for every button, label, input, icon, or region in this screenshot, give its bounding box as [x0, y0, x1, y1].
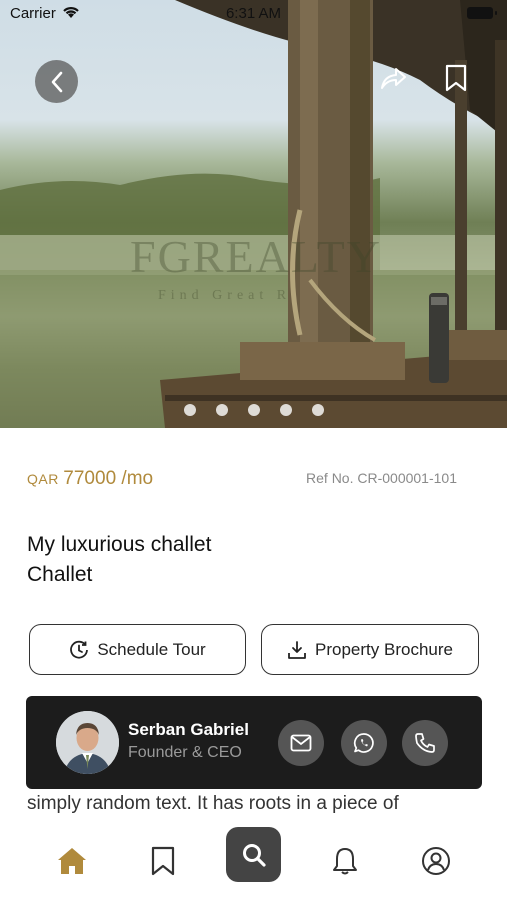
listing-title-name: My luxurious challet — [27, 533, 212, 556]
property-brochure-button[interactable]: Property Brochure — [261, 624, 479, 675]
carousel-dot[interactable] — [184, 404, 196, 416]
nav-profile[interactable] — [419, 844, 453, 878]
carousel-dot[interactable] — [216, 404, 228, 416]
hero-watermark: FGREALTY — [130, 231, 382, 282]
price-currency: QAR — [27, 471, 59, 487]
call-agent-button[interactable] — [402, 720, 448, 766]
listing-price: QAR 77000 /mo — [27, 468, 153, 490]
nav-notifications[interactable] — [328, 844, 362, 878]
carousel-dot[interactable] — [248, 404, 260, 416]
chevron-left-icon — [51, 71, 62, 92]
hero-image: FGREALTY Find Great R — [0, 0, 507, 428]
price-amount: 77000 /mo — [63, 468, 154, 489]
whatsapp-icon — [353, 733, 374, 753]
lake-dock-photo — [0, 0, 507, 428]
share-button[interactable] — [378, 63, 408, 93]
agent-contact-card: Serban Gabriel Founder & CEO — [26, 696, 482, 789]
listing-title: My luxurious challet Challet — [27, 530, 211, 590]
property-brochure-label: Property Brochure — [315, 639, 453, 659]
agent-role: Founder & CEO — [128, 744, 242, 761]
schedule-tour-button[interactable]: Schedule Tour — [29, 624, 246, 675]
home-icon — [58, 848, 86, 874]
nav-home[interactable] — [55, 844, 89, 878]
clock-icon — [70, 640, 89, 659]
avatar — [56, 711, 119, 774]
bookmark-button[interactable] — [441, 63, 471, 93]
battery-icon — [467, 7, 497, 19]
bookmark-icon — [151, 846, 175, 876]
schedule-tour-label: Schedule Tour — [97, 639, 206, 659]
status-bar: Carrier 6:31 AM — [0, 0, 507, 28]
agent-name: Serban Gabriel — [128, 720, 249, 739]
user-icon — [422, 847, 450, 875]
back-button[interactable] — [35, 60, 78, 103]
reference-number: Ref No. CR-000001-101 — [306, 470, 457, 486]
nav-saved[interactable] — [146, 844, 180, 878]
share-icon — [381, 68, 406, 89]
phone-icon — [415, 733, 435, 753]
carousel-dot[interactable] — [312, 404, 324, 416]
mail-icon — [290, 734, 312, 752]
bell-icon — [333, 848, 357, 875]
status-time: 6:31 AM — [225, 5, 282, 22]
listing-title-type: Challet — [27, 563, 93, 586]
bookmark-icon — [445, 64, 467, 92]
whatsapp-agent-button[interactable] — [341, 720, 387, 766]
carousel-dots[interactable] — [184, 404, 324, 416]
email-agent-button[interactable] — [278, 720, 324, 766]
nav-search[interactable] — [226, 827, 281, 882]
download-icon — [288, 640, 306, 659]
bottom-navigation — [0, 818, 507, 900]
description-text: simply random text. It has roots in a pi… — [27, 793, 399, 814]
hero-watermark-tagline: Find Great R — [158, 288, 292, 303]
carousel-dot[interactable] — [280, 404, 292, 416]
search-icon — [242, 843, 266, 867]
